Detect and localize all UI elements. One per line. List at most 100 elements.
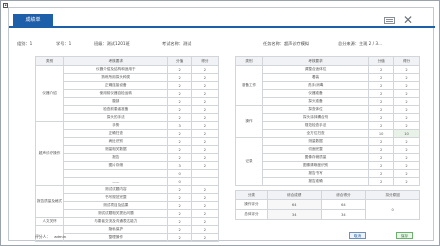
- summary-score: 34: [320, 209, 367, 220]
- col-header-category: 类别: [235, 56, 263, 66]
- summary-total-input[interactable]: 64: [266, 199, 322, 210]
- summary-deduction: 0: [365, 199, 420, 220]
- tab-score-sheet[interactable]: 成绩单: [13, 14, 53, 26]
- score-input-cell[interactable]: 2: [190, 185, 220, 194]
- score-input-cell[interactable]: 2: [393, 73, 420, 82]
- close-icon[interactable]: ✕: [403, 14, 413, 26]
- score-input-cell[interactable]: 2: [393, 81, 420, 90]
- summary-header-category: 分类: [235, 190, 268, 200]
- score-input-cell[interactable]: 2: [393, 97, 420, 106]
- score-input-cell[interactable]: 2: [393, 177, 420, 186]
- points-cell: 0: [167, 169, 192, 178]
- points-cell: 0: [167, 177, 192, 186]
- table-row: 记录 测量数据 2 2: [235, 137, 420, 186]
- table-row: 人文关怀 与患者交流及沟通表达能力 2 2: [34, 217, 220, 226]
- score-input-cell[interactable]: 2: [190, 65, 220, 74]
- requirement-cell: 着装: [261, 73, 370, 82]
- table-row: 报告准确 2 2: [236, 177, 420, 186]
- score-input-cell[interactable]: 2: [393, 153, 420, 162]
- requirement-cell: 与患者交流及沟通表达能力: [63, 217, 169, 226]
- points-cell: 2: [167, 105, 192, 114]
- score-input-cell[interactable]: 2: [393, 113, 420, 122]
- score-input-cell[interactable]: 2: [190, 225, 220, 234]
- left-score-table: 类别 考核要求 分值 得分 仪器介绍 仪器介绍及结构和适用于 2 2 熟练所用探头种类 2…: [34, 56, 220, 242]
- requirement-cell: 仪器介绍及结构和适用于: [63, 65, 169, 74]
- requirement-cell: 正确扫查: [63, 129, 169, 138]
- group-label: 组别：1: [17, 41, 33, 46]
- requirement-cell: 熟练所用探头种类: [63, 73, 169, 82]
- score-input-cell[interactable]: 10: [393, 129, 420, 138]
- points-cell: 2: [368, 137, 395, 146]
- category-cell: 报告质量及格式: [34, 185, 65, 218]
- score-input-cell[interactable]: 2: [190, 113, 220, 122]
- score-input-cell[interactable]: 2: [190, 97, 220, 106]
- points-cell: 2: [368, 177, 395, 186]
- points-cell: 2: [368, 89, 395, 98]
- score-input-cell[interactable]: 2: [190, 137, 220, 146]
- score-input-cell[interactable]: 2: [190, 153, 220, 162]
- score-input-cell[interactable]: 2: [190, 201, 220, 210]
- score-input-cell[interactable]: 2: [393, 169, 420, 178]
- score-input-cell[interactable]: 2: [393, 65, 420, 74]
- score-input-cell[interactable]: 2: [393, 105, 420, 114]
- summary-header-total: 综合成绩: [266, 190, 322, 200]
- category-cell: 仪器介绍: [34, 65, 65, 122]
- requirement-cell: 整理操作: [63, 233, 169, 242]
- points-cell: 3: [167, 161, 192, 170]
- score-input-cell[interactable]: 2: [190, 105, 220, 114]
- points-cell: 2: [167, 145, 192, 154]
- score-input-cell[interactable]: 2: [190, 89, 220, 98]
- points-cell: 2: [368, 105, 395, 114]
- score-input-cell[interactable]: 2: [393, 121, 420, 130]
- category-cell: 超声诊疗操作: [34, 121, 65, 186]
- requirement-cell: 正确连接设备: [63, 81, 169, 90]
- score-input-cell[interactable]: 2: [190, 161, 220, 170]
- score-input-cell[interactable]: 2: [190, 217, 220, 226]
- score-input-cell[interactable]: 2: [393, 145, 420, 154]
- points-cell: 2: [368, 113, 395, 122]
- category-cell: 记录: [235, 137, 263, 186]
- table-row: 测试项目及结果 2 2: [36, 201, 220, 210]
- score-input-cell[interactable]: 2: [393, 137, 420, 146]
- table-row: 探头准备 2 2: [236, 97, 420, 106]
- table-row: 正确连接设备 2 2: [36, 81, 220, 90]
- score-input-cell[interactable]: 2: [190, 81, 220, 90]
- table-row: 切面完整 2 2: [236, 145, 420, 154]
- keyboard-icon[interactable]: [384, 17, 395, 24]
- col-header-points: 分值: [368, 56, 395, 66]
- score-input-cell[interactable]: [190, 177, 220, 186]
- score-input-cell[interactable]: 2: [190, 145, 220, 154]
- requirement-cell: 手势: [63, 121, 169, 130]
- table-row: 准备工作 调整合适体位 2 2: [235, 65, 420, 106]
- rater-name: admin: [54, 234, 67, 239]
- score-input-cell[interactable]: 2: [190, 121, 220, 130]
- score-input-cell[interactable]: 2: [190, 193, 220, 202]
- table-row: 测试试题相关提出问题 2 2: [36, 209, 220, 218]
- score-input-cell[interactable]: 2: [393, 89, 420, 98]
- summary-total-input[interactable]: 34: [266, 209, 322, 220]
- requirement-cell: 切面完整: [261, 145, 370, 154]
- table-row: 测量相关数据 2 2: [36, 145, 220, 154]
- points-cell: 2: [368, 169, 395, 178]
- points-cell: 2: [167, 217, 192, 226]
- summary-category: 总体评分: [235, 209, 268, 220]
- score-input-cell[interactable]: 2: [393, 161, 420, 170]
- score-input-cell[interactable]: 2: [190, 233, 220, 242]
- cancel-button[interactable]: 取消: [349, 232, 366, 239]
- requirement-cell: 测量数据: [261, 137, 370, 146]
- points-cell: 2: [167, 201, 192, 210]
- category-cell: 准备工作: [235, 65, 263, 106]
- points-cell: 2: [368, 153, 395, 162]
- requirement-cell: 测量相关数据: [63, 145, 169, 154]
- score-input-cell[interactable]: [190, 169, 220, 178]
- category-cell: 操作: [235, 105, 263, 138]
- score-sheet-dialog: 成绩单 ✕ 组别：1 学号：1 班级：测试1201班 考试名称：测试 任务名称：…: [8, 7, 435, 242]
- score-input-cell[interactable]: 2: [190, 73, 220, 82]
- score-input-cell[interactable]: 2: [190, 209, 220, 218]
- requirement-cell: 隐私保护: [63, 225, 169, 234]
- save-button[interactable]: 保存: [396, 232, 413, 239]
- title-bar: 成绩单 ✕: [9, 14, 435, 28]
- score-input-cell[interactable]: 2: [190, 129, 220, 138]
- points-cell: 2: [368, 121, 395, 130]
- category-cell: 人文关怀: [34, 217, 65, 226]
